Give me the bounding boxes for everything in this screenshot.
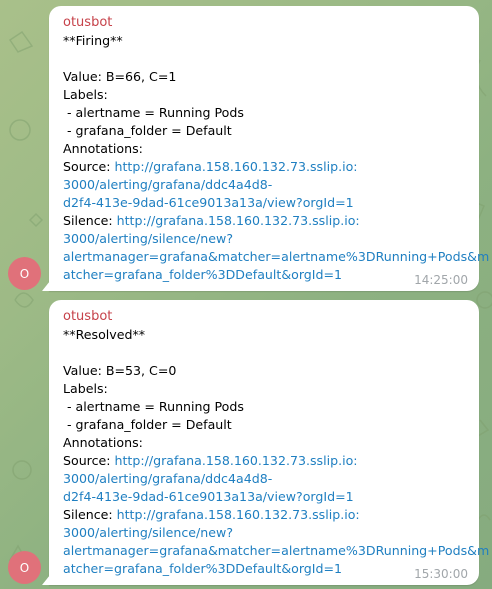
source-link[interactable]: d2f4-413e-9dad-61ce9013a13a/view?orgId=1 <box>63 194 467 212</box>
label-alertname: - alertname = Running Pods <box>63 399 244 414</box>
message-bubble[interactable]: otusbot **Firing** Value: B=66, C=1 Labe… <box>42 6 489 291</box>
source-link[interactable]: http://grafana.158.160.132.73.sslip.io: <box>115 453 358 468</box>
source-line: Source: http://grafana.158.160.132.73.ss… <box>63 158 467 176</box>
silence-link[interactable]: atcher=grafana_folder%3DDefault&orgId=1 <box>63 560 467 578</box>
label-folder: - grafana_folder = Default <box>63 417 232 432</box>
source-link[interactable]: d2f4-413e-9dad-61ce9013a13a/view?orgId=1 <box>63 488 467 506</box>
sender-name[interactable]: otusbot <box>63 308 467 326</box>
annotations-heading: Annotations: <box>63 435 143 450</box>
message-time: 14:25:00 <box>414 273 468 287</box>
alert-status: **Firing** <box>63 33 123 48</box>
source-line: Source: http://grafana.158.160.132.73.ss… <box>63 452 467 470</box>
silence-prefix: Silence: <box>63 213 117 228</box>
source-link[interactable]: http://grafana.158.160.132.73.sslip.io: <box>115 159 358 174</box>
message-time: 15:30:00 <box>414 567 468 581</box>
source-link[interactable]: 3000/alerting/grafana/ddc4a4d8- <box>63 176 467 194</box>
silence-link[interactable]: 3000/alerting/silence/new? <box>63 524 467 542</box>
silence-link[interactable]: http://grafana.158.160.132.73.sslip.io: <box>117 213 360 228</box>
silence-link[interactable]: alertmanager=grafana&matcher=alertname%3… <box>63 248 489 266</box>
silence-link[interactable]: atcher=grafana_folder%3DDefault&orgId=1 <box>63 266 467 284</box>
silence-line: Silence: http://grafana.158.160.132.73.s… <box>63 212 467 230</box>
message-bubble[interactable]: otusbot **Resolved** Value: B=53, C=0 La… <box>42 300 489 585</box>
alert-status: **Resolved** <box>63 327 146 342</box>
silence-prefix: Silence: <box>63 507 117 522</box>
silence-link[interactable]: http://grafana.158.160.132.73.sslip.io: <box>117 507 360 522</box>
source-prefix: Source: <box>63 453 115 468</box>
source-link[interactable]: 3000/alerting/grafana/ddc4a4d8- <box>63 470 467 488</box>
labels-heading: Labels: <box>63 87 108 102</box>
alert-value: Value: B=66, C=1 <box>63 69 177 84</box>
silence-link[interactable]: alertmanager=grafana&matcher=alertname%3… <box>63 542 489 560</box>
label-alertname: - alertname = Running Pods <box>63 105 244 120</box>
source-prefix: Source: <box>63 159 115 174</box>
label-folder: - grafana_folder = Default <box>63 123 232 138</box>
labels-heading: Labels: <box>63 381 108 396</box>
silence-link[interactable]: 3000/alerting/silence/new? <box>63 230 467 248</box>
annotations-heading: Annotations: <box>63 141 143 156</box>
avatar[interactable]: O <box>8 551 41 584</box>
sender-name[interactable]: otusbot <box>63 14 467 32</box>
silence-line: Silence: http://grafana.158.160.132.73.s… <box>63 506 467 524</box>
avatar[interactable]: O <box>8 257 41 290</box>
alert-value: Value: B=53, C=0 <box>63 363 177 378</box>
